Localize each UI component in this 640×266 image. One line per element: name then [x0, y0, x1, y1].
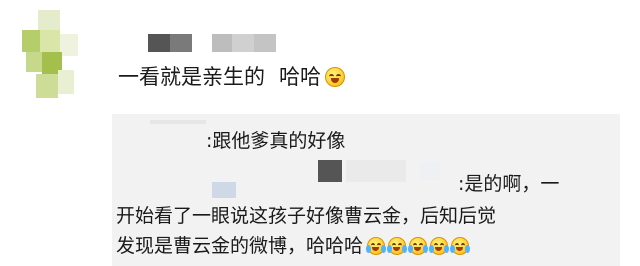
reply2-text-line3-row: 发现是曹云金的微博，哈哈哈	[116, 232, 471, 260]
crying-laughing-emoji-icon	[429, 237, 450, 255]
reply2-mention-part	[420, 162, 440, 180]
commenter-username[interactable]	[148, 34, 278, 52]
comment-body: 一看就是亲生的	[118, 65, 265, 89]
grin-emoji-icon	[325, 67, 345, 87]
reply2-text-line3: 发现是曹云金的微博，哈哈哈	[116, 235, 364, 257]
commenter-avatar[interactable]	[20, 10, 80, 106]
comment-text: 一看就是亲生的 哈哈	[118, 62, 345, 92]
reply1-username[interactable]	[150, 120, 206, 124]
crying-laughing-emoji-icon	[366, 237, 387, 255]
crying-laughing-emoji-icon	[387, 237, 408, 255]
crying-laughing-emoji-icon	[408, 237, 429, 255]
comment-laugh: 哈哈	[279, 65, 321, 89]
reply2-username[interactable]	[318, 160, 342, 182]
reply2-text-line1: :是的啊，一	[458, 173, 560, 195]
reply2-username-part	[346, 160, 406, 182]
reply2-mention[interactable]	[212, 182, 236, 198]
crying-laughing-emoji-icon	[450, 237, 471, 255]
reply2-text-line2: 开始看了一眼说这孩子好像曹云金，后知后觉	[116, 205, 497, 227]
reply1-text: :跟他爹真的好像	[206, 130, 346, 152]
